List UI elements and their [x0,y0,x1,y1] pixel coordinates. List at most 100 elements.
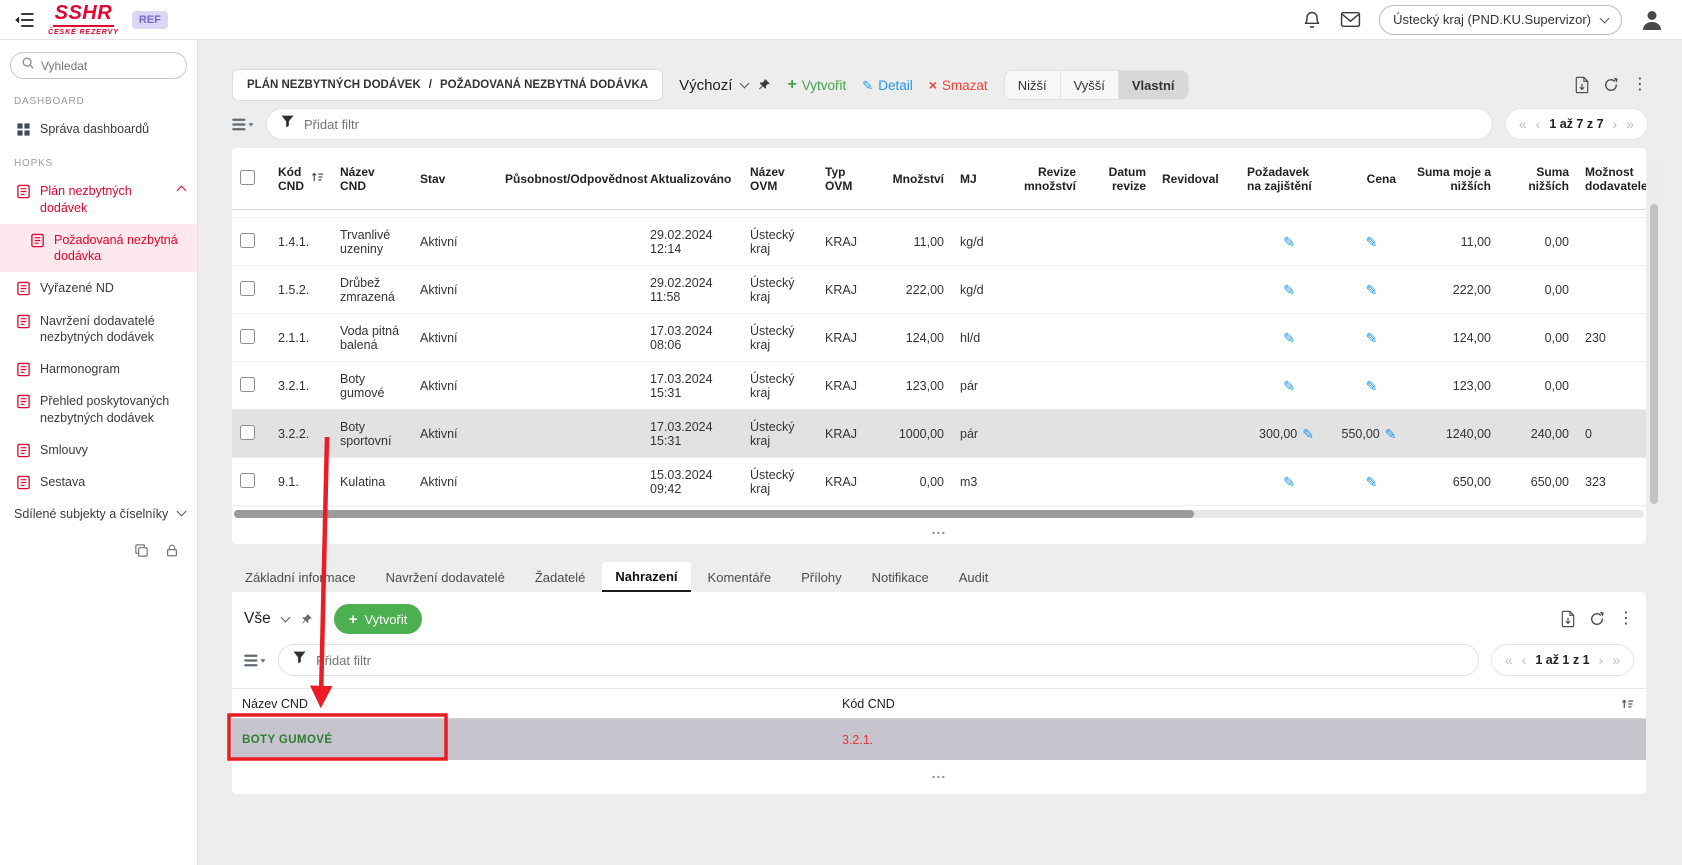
row-checkbox[interactable] [240,377,255,392]
sidebar-item-prehled-poskytovanych[interactable]: Přehled poskytovaných nezbytných dodávek [0,385,197,434]
edit-pozadavek-icon[interactable]: ✎ [1283,235,1295,249]
detail-view-selector[interactable]: Vše [244,610,271,628]
column-header-nazev-cnd[interactable]: Název CND [332,160,412,198]
detail-create-button[interactable]: + Vytvořit [334,604,423,634]
messages-envelope-icon[interactable] [1340,11,1361,28]
refresh-icon[interactable] [1603,77,1619,93]
row-checkbox[interactable] [240,329,255,344]
column-header-revidoval[interactable]: Revidoval [1154,167,1239,191]
sidebar-item-smlouvy[interactable]: Smlouvy [0,434,197,466]
tab-prilohy[interactable]: Přílohy [788,562,854,592]
kebab-menu-icon[interactable]: ⋮ [1618,611,1634,627]
copy-icon[interactable] [134,543,149,558]
expand-rows-dots[interactable]: ... [232,762,1646,786]
edit-cena-icon[interactable]: ✎ [1385,427,1397,441]
column-header-typ-ovm[interactable]: Typ OVM [817,160,882,198]
toggle-nizsi[interactable]: Nižší [1005,71,1060,99]
table-row[interactable]: 1.5.2. Drůbež zmrazená Aktivní 29.02.202… [232,266,1646,314]
edit-pozadavek-icon[interactable]: ✎ [1283,283,1295,297]
column-header-cena[interactable]: Cena [1334,167,1404,191]
edit-cena-icon[interactable]: ✎ [1366,475,1378,489]
filter-input[interactable] [304,117,1479,132]
column-header-pozadavek[interactable]: Požadavek na zajištění [1239,160,1334,198]
user-avatar[interactable] [1640,8,1664,32]
sidebar-item-pozadovana-nezbytna-dodavka[interactable]: Požadovaná nezbytná dodávka [0,224,197,273]
toggle-vlastni[interactable]: Vlastní [1118,71,1188,99]
vertical-scrollbar[interactable] [1650,160,1658,510]
horizontal-scrollbar-thumb[interactable] [234,510,1194,518]
view-selector[interactable]: Výchozí [679,77,771,94]
edit-cena-icon[interactable]: ✎ [1366,379,1378,393]
tab-nahrazeni[interactable]: Nahrazení [602,562,690,592]
expand-rows-dots[interactable]: ... [232,518,1646,542]
tab-zakladni-informace[interactable]: Základní informace [232,562,369,592]
pin-icon[interactable] [300,613,313,626]
row-checkbox[interactable] [240,425,255,440]
table-row[interactable]: 2.1.1. Voda pitná balená Aktivní 17.03.2… [232,314,1646,362]
sidebar-item-sestava[interactable]: Sestava [0,466,197,498]
row-checkbox[interactable] [240,233,255,248]
edit-pozadavek-icon[interactable]: ✎ [1283,475,1295,489]
toggle-vyssi[interactable]: Vyšší [1060,71,1118,99]
detail-filter-bar[interactable] [278,644,1479,676]
role-selector[interactable]: Ústecký kraj (PND.KU.Supervizor) [1379,5,1622,35]
first-page-icon[interactable]: « [1505,653,1513,667]
kebab-menu-icon[interactable]: ⋮ [1632,77,1648,93]
column-header-stav[interactable]: Stav [412,167,497,191]
breadcrumb-parent[interactable]: PLÁN NEZBYTNÝCH DODÁVEK [247,79,421,91]
search-input[interactable] [41,59,176,73]
last-page-icon[interactable]: » [1612,653,1620,667]
row-checkbox[interactable] [240,473,255,488]
delete-button[interactable]: × Smazat [929,78,988,93]
edit-pozadavek-icon[interactable]: ✎ [1302,427,1314,441]
sidebar-item-navrzeni-dodavatele[interactable]: Navržení dodavatelé nezbytných dodávek [0,305,197,354]
detail-table-row-selected[interactable]: BOTY GUMOVÉ 3.2.1. [232,719,1646,760]
export-icon[interactable] [1560,610,1576,628]
column-header-suma-nizsich[interactable]: Suma nižších [1499,160,1577,198]
table-row-selected[interactable]: 3.2.2. Boty sportovní Aktivní 17.03.2024… [232,410,1646,458]
filter-bar[interactable] [266,108,1493,140]
columns-icon[interactable] [232,117,254,132]
column-header-datum-revize[interactable]: Datum revize [1084,160,1154,198]
next-page-icon[interactable]: › [1613,117,1618,131]
column-header-kod-cnd[interactable]: Kód CND [832,697,1609,711]
menu-toggle-icon[interactable] [13,12,35,28]
column-header-kod-cnd[interactable]: Kód CND [270,160,332,198]
sidebar-search[interactable] [10,52,187,79]
refresh-icon[interactable] [1589,611,1605,627]
first-page-icon[interactable]: « [1519,117,1527,131]
table-row[interactable]: 9.1. Kulatina Aktivní 15.03.2024 09:42 Ú… [232,458,1646,506]
select-all-checkbox[interactable] [240,170,255,185]
sidebar-item-plan-nezbytnych-dodavek[interactable]: Plán nezbytných dodávek [0,175,197,224]
sort-icon[interactable] [1609,698,1646,710]
edit-pozadavek-icon[interactable]: ✎ [1283,331,1295,345]
vertical-scrollbar-thumb[interactable] [1650,204,1658,504]
column-header-aktualizovano[interactable]: Aktualizováno [642,167,742,191]
column-header-nazev-ovm[interactable]: Název OVM [742,160,817,198]
sidebar-item-sdilene-subjekty[interactable]: Sdílené subjekty a číselníky [0,498,197,530]
column-header-mj[interactable]: MJ [952,167,1004,191]
detail-button[interactable]: ✎ Detail [862,78,912,93]
edit-cena-icon[interactable]: ✎ [1366,235,1378,249]
edit-cena-icon[interactable]: ✎ [1366,331,1378,345]
column-header-nazev-cnd[interactable]: Název CND [232,697,832,711]
prev-page-icon[interactable]: ‹ [1522,653,1527,667]
tab-audit[interactable]: Audit [946,562,1002,592]
notifications-bell-icon[interactable] [1302,10,1322,30]
edit-cena-icon[interactable]: ✎ [1366,283,1378,297]
lock-icon[interactable] [165,543,179,558]
table-row[interactable]: 3.2.1. Boty gumové Aktivní 17.03.2024 15… [232,362,1646,410]
column-header-suma-moje[interactable]: Suma moje a nižších [1404,160,1499,198]
columns-icon[interactable] [244,653,266,668]
tab-komentare[interactable]: Komentáře [695,562,785,592]
horizontal-scrollbar[interactable] [234,510,1644,518]
next-page-icon[interactable]: › [1599,653,1604,667]
column-header-moznost-dodavatele[interactable]: Možnost dodavatele [1577,160,1646,198]
detail-filter-input[interactable] [316,653,1465,668]
column-header-revize[interactable]: Revize množství [1004,160,1084,198]
column-header-mnozstvi[interactable]: Množství [882,167,952,191]
prev-page-icon[interactable]: ‹ [1536,117,1541,131]
tab-notifikace[interactable]: Notifikace [859,562,942,592]
tab-navrzeni-dodavatele[interactable]: Navržení dodavatelé [373,562,518,592]
last-page-icon[interactable]: » [1626,117,1634,131]
